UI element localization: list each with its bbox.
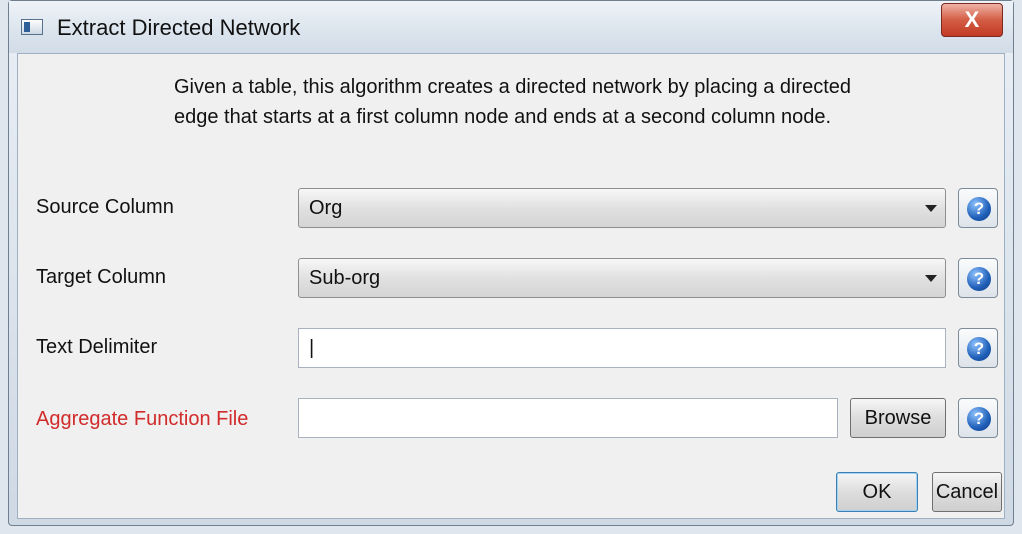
chevron-down-icon xyxy=(925,205,937,212)
text-delimiter-help-button[interactable]: ? xyxy=(958,328,998,368)
chevron-down-icon xyxy=(925,275,937,282)
window-title: Extract Directed Network xyxy=(57,15,301,40)
aggregate-function-file-label: Aggregate Function File xyxy=(36,408,249,430)
target-column-help-button[interactable]: ? xyxy=(958,258,998,298)
help-icon: ? xyxy=(967,267,991,291)
algorithm-description: Given a table, this algorithm creates a … xyxy=(174,76,852,128)
close-button[interactable]: X xyxy=(941,3,1003,37)
help-icon: ? xyxy=(967,197,991,221)
browse-button[interactable]: Browse xyxy=(850,398,946,438)
dialog-window: Extract Directed Network X Given a table… xyxy=(8,0,1014,526)
text-delimiter-input[interactable] xyxy=(298,328,946,368)
source-column-label: Source Column xyxy=(36,196,174,218)
aggregate-function-file-help-button[interactable]: ? xyxy=(958,398,998,438)
help-icon: ? xyxy=(967,337,991,361)
target-column-value: Sub-org xyxy=(309,267,381,289)
target-column-label: Target Column xyxy=(36,266,167,288)
dialog-content: Given a table, this algorithm creates a … xyxy=(17,53,1005,519)
app-icon xyxy=(21,19,43,35)
ok-button[interactable]: OK xyxy=(836,472,918,512)
source-column-value: Org xyxy=(309,197,343,219)
source-column-dropdown[interactable]: Org xyxy=(298,188,946,228)
text-delimiter-label: Text Delimiter xyxy=(36,336,158,358)
aggregate-function-file-input[interactable] xyxy=(298,398,838,438)
target-column-dropdown[interactable]: Sub-org xyxy=(298,258,946,298)
source-column-help-button[interactable]: ? xyxy=(958,188,998,228)
cancel-button[interactable]: Cancel xyxy=(932,472,1002,512)
title-bar[interactable]: Extract Directed Network X xyxy=(9,1,1013,53)
help-icon: ? xyxy=(967,407,991,431)
